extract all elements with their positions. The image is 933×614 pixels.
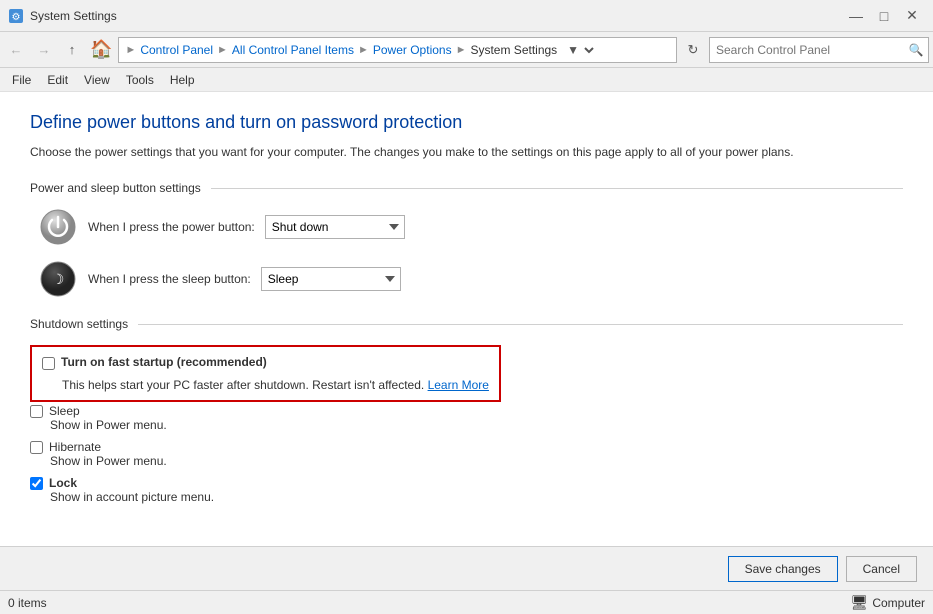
back-button[interactable]: ← (4, 38, 28, 62)
breadcrumb-current: System Settings (470, 43, 557, 57)
lock-setting-sub: Show in account picture menu. (50, 490, 903, 504)
cancel-button[interactable]: Cancel (846, 556, 917, 582)
items-count: 0 items (8, 596, 851, 610)
sleep-button-label: When I press the sleep button: (88, 272, 251, 286)
search-icon: 🔍 (904, 43, 928, 57)
shutdown-section-title: Shutdown settings (30, 317, 128, 331)
title-bar: ⚙ System Settings — □ ✕ (0, 0, 933, 32)
status-right: 🖥 Computer (851, 594, 925, 611)
search-box: 🔍 (709, 37, 929, 63)
svg-text:☽: ☽ (52, 271, 65, 287)
hibernate-setting-row: Hibernate Show in Power menu. (30, 440, 903, 468)
menu-bar: File Edit View Tools Help (0, 68, 933, 92)
breadcrumb: ► Control Panel ► All Control Panel Item… (118, 37, 677, 63)
minimize-button[interactable]: — (843, 3, 869, 29)
fast-startup-highlighted: Turn on fast startup (recommended) This … (30, 345, 501, 402)
lock-setting-label: Lock (49, 476, 77, 490)
fast-startup-sub: This helps start your PC faster after sh… (62, 378, 489, 392)
refresh-button[interactable]: ↻ (681, 38, 705, 62)
hibernate-setting-checkbox[interactable] (30, 441, 43, 454)
up-button[interactable]: ↑ (60, 38, 84, 62)
hibernate-setting-label: Hibernate (49, 440, 101, 454)
sleep-setting-row: Sleep Show in Power menu. (30, 404, 903, 432)
computer-label: Computer (872, 596, 925, 610)
window-title: System Settings (30, 9, 843, 23)
sleep-setting-sub: Show in Power menu. (50, 418, 903, 432)
power-section-header: Power and sleep button settings (30, 181, 903, 195)
breadcrumb-dropdown[interactable]: ▼ (561, 42, 597, 58)
power-button-select[interactable]: Shut down Sleep Hibernate Turn off the d… (265, 215, 405, 239)
shutdown-section-header: Shutdown settings (30, 317, 903, 331)
breadcrumb-control-panel[interactable]: Control Panel (140, 43, 213, 57)
main-content: Define power buttons and turn on passwor… (0, 92, 933, 546)
window-icon: ⚙ (8, 8, 24, 24)
save-button[interactable]: Save changes (728, 556, 838, 582)
shell-icon: 🏠 (90, 39, 112, 60)
status-bar: 0 items 🖥 Computer (0, 590, 933, 614)
sleep-button-row: ☽ When I press the sleep button: Sleep H… (40, 261, 903, 297)
hibernate-setting-sub: Show in Power menu. (50, 454, 903, 468)
page-title: Define power buttons and turn on passwor… (30, 112, 903, 133)
menu-file[interactable]: File (4, 71, 39, 89)
fast-startup-checkbox[interactable] (42, 357, 55, 370)
footer-bar: Save changes Cancel (0, 546, 933, 590)
menu-help[interactable]: Help (162, 71, 203, 89)
lock-setting-row: Lock Show in account picture menu. (30, 476, 903, 504)
shutdown-divider (138, 324, 903, 325)
breadcrumb-all-items[interactable]: All Control Panel Items (232, 43, 354, 57)
svg-text:⚙: ⚙ (12, 12, 21, 23)
fast-startup-row: Turn on fast startup (recommended) (42, 355, 489, 370)
page-description: Choose the power settings that you want … (30, 143, 903, 161)
menu-tools[interactable]: Tools (118, 71, 162, 89)
menu-edit[interactable]: Edit (39, 71, 76, 89)
maximize-button[interactable]: □ (871, 3, 897, 29)
learn-more-link[interactable]: Learn More (428, 378, 489, 392)
power-button-row: When I press the power button: Shut down… (40, 209, 903, 245)
sleep-setting-checkbox[interactable] (30, 405, 43, 418)
section-divider (211, 188, 903, 189)
search-input[interactable] (710, 43, 904, 57)
close-button[interactable]: ✕ (899, 3, 925, 29)
fast-startup-label: Turn on fast startup (recommended) (61, 355, 267, 369)
window-controls: — □ ✕ (843, 3, 925, 29)
computer-icon: 🖥 (851, 594, 869, 611)
address-bar: ← → ↑ 🏠 ► Control Panel ► All Control Pa… (0, 32, 933, 68)
sleep-button-select[interactable]: Sleep Hibernate Shut down Turn off the d… (261, 267, 401, 291)
menu-view[interactable]: View (76, 71, 118, 89)
power-button-icon (40, 209, 76, 245)
forward-button[interactable]: → (32, 38, 56, 62)
power-button-label: When I press the power button: (88, 220, 255, 234)
power-section-title: Power and sleep button settings (30, 181, 201, 195)
breadcrumb-power-options[interactable]: Power Options (373, 43, 452, 57)
sleep-button-icon: ☽ (40, 261, 76, 297)
sleep-setting-label: Sleep (49, 404, 80, 418)
shutdown-section: Shutdown settings Turn on fast startup (… (30, 317, 903, 512)
lock-setting-checkbox[interactable] (30, 477, 43, 490)
